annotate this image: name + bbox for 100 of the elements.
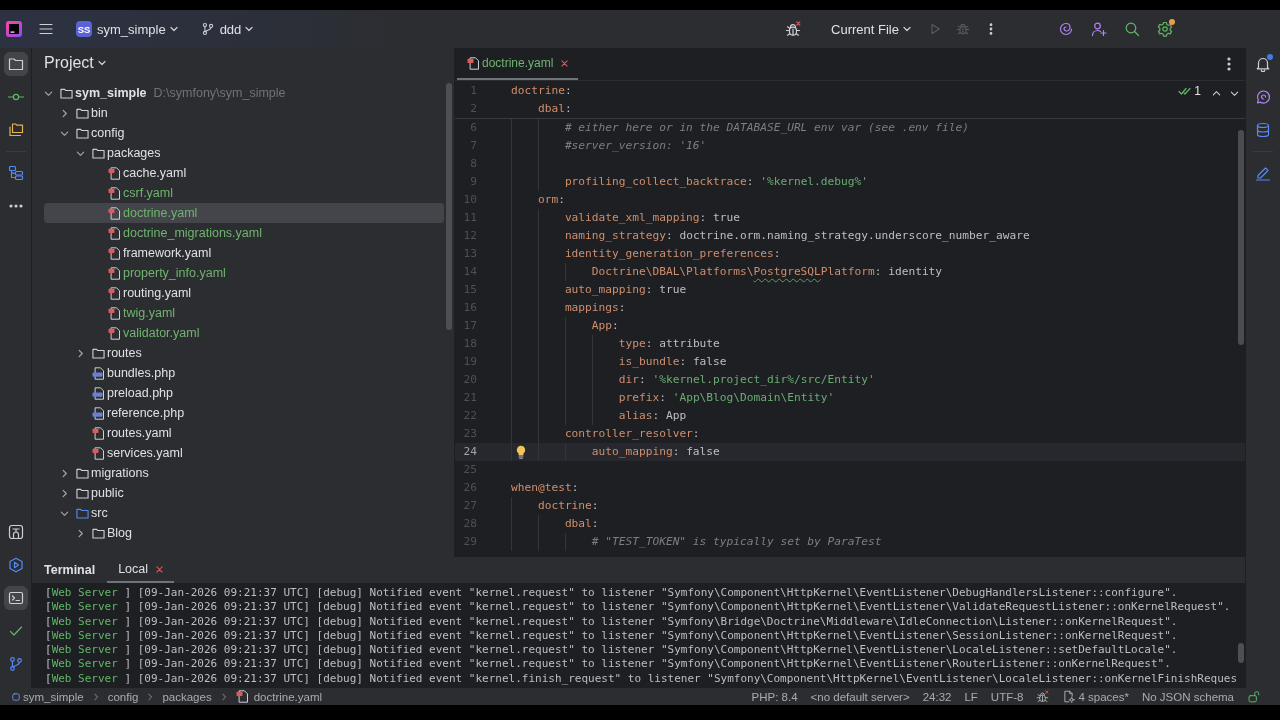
terminal-line: [Web Server ] [09-Jan-2026 09:21:37 UTC] [debug] Notified event "kernel.request" to listener "Symfony\Component\HttpKernel\EventListener\ValidateRequestListener::onKernelRequest". xyxy=(45,600,1231,615)
tree-item[interactable]: public xyxy=(44,483,124,503)
square-icon xyxy=(12,692,20,701)
status-item[interactable]: LF xyxy=(964,690,978,703)
menu-icon[interactable] xyxy=(38,21,54,37)
breadcrumb[interactable]: doctrine.yaml xyxy=(235,690,323,703)
pencil-icon[interactable] xyxy=(1255,165,1271,181)
chevron-right-icon xyxy=(146,692,155,701)
editor-tab[interactable]: doctrine.yaml xyxy=(457,48,579,80)
bell-icon[interactable] xyxy=(1255,56,1271,72)
code-line: prefix: 'App\Blog\Domain\Entity' xyxy=(618,390,835,406)
chevron-right-icon xyxy=(91,692,100,701)
settings-icon[interactable] xyxy=(1157,21,1173,37)
run-icon[interactable] xyxy=(7,557,24,573)
code-line: controller_resolver: xyxy=(564,426,700,442)
tree-item[interactable]: twig.yaml xyxy=(44,303,176,323)
chevron-right-icon[interactable] xyxy=(60,468,69,478)
line-number: 24 xyxy=(463,445,477,458)
chevron-down-icon[interactable] xyxy=(44,88,53,98)
tree-item[interactable]: migrations xyxy=(44,463,149,483)
chat-spiral-icon[interactable] xyxy=(1255,89,1271,105)
tree-item[interactable]: sym_simple D:\symfony\sym_simple xyxy=(44,83,286,103)
database-icon[interactable] xyxy=(1255,122,1271,138)
tree-item[interactable]: routes.yaml xyxy=(44,423,172,443)
search-icon[interactable] xyxy=(1124,21,1140,37)
tree-item[interactable]: cache.yaml xyxy=(44,163,187,183)
project-avatar: SS xyxy=(76,21,92,37)
unlock-icon[interactable] xyxy=(1247,690,1260,703)
caret-down-icon xyxy=(96,58,107,68)
chevron-down-icon[interactable] xyxy=(76,148,85,158)
folders-icon[interactable] xyxy=(7,122,24,138)
chevron-down-icon[interactable] xyxy=(60,128,69,138)
status-item[interactable]: PHP: 8.4 xyxy=(751,690,798,703)
code-line: dbal: xyxy=(537,101,572,117)
project-view-dropdown[interactable]: Project xyxy=(44,54,107,72)
chevron-down-icon[interactable] xyxy=(60,508,69,518)
run-config-dropdown[interactable]: Current File xyxy=(831,21,912,37)
tree-item[interactable]: preload.php xyxy=(44,383,174,403)
tree-item[interactable]: framework.yaml xyxy=(44,243,212,263)
folder-icon[interactable] xyxy=(3,52,28,76)
bug-cross-icon[interactable] xyxy=(785,21,802,37)
code-line: validate_xml_mapping: true xyxy=(564,210,741,226)
code-line: is_bundle: false xyxy=(618,354,727,370)
file-icon xyxy=(467,56,479,70)
tree-item[interactable]: doctrine_migrations.yaml xyxy=(44,223,262,243)
spiral-icon[interactable] xyxy=(1058,21,1074,37)
project-switcher[interactable]: SS sym_simple xyxy=(76,21,179,37)
code-line: doctrine: xyxy=(511,83,572,99)
chevron-right-icon[interactable] xyxy=(76,528,85,538)
scrollbar-thumb[interactable] xyxy=(1238,643,1244,663)
app-logo-icon[interactable] xyxy=(6,21,22,37)
lightbulb-icon[interactable] xyxy=(515,445,527,459)
add-person-icon[interactable] xyxy=(1091,21,1107,37)
tree-item[interactable]: bin xyxy=(44,103,108,123)
file-icon xyxy=(92,366,104,380)
structure-icon[interactable] xyxy=(7,165,24,181)
inspection-widget[interactable]: 1 xyxy=(1178,84,1201,98)
caret-down-icon xyxy=(902,24,912,34)
code-line: mappings: xyxy=(564,300,626,316)
file-icon xyxy=(108,266,120,280)
status-item[interactable]: No JSON schema xyxy=(1141,690,1234,703)
code-line: # "TEST_TOKEN" is typically set by ParaTest xyxy=(591,534,882,550)
scrollbar-thumb[interactable] xyxy=(446,83,452,330)
status-item[interactable]: <no default server> xyxy=(810,690,910,703)
chevron-up-icon[interactable] xyxy=(1212,89,1221,98)
tree-item[interactable]: config xyxy=(44,123,125,143)
chevron-down-icon[interactable] xyxy=(1230,89,1239,98)
close-icon[interactable] xyxy=(561,59,569,67)
breadcrumb[interactable]: sym_simple xyxy=(12,690,84,703)
breadcrumb[interactable]: packages xyxy=(162,690,212,703)
chevron-right-icon[interactable] xyxy=(60,108,69,118)
file-icon xyxy=(92,446,104,460)
branch-icon[interactable] xyxy=(7,656,24,672)
bug-cross-icon[interactable] xyxy=(1036,690,1050,703)
status-item[interactable]: 24:32 xyxy=(922,690,952,703)
indent-widget[interactable]: 4 spaces* xyxy=(1062,690,1129,703)
close-icon[interactable] xyxy=(156,565,164,573)
breadcrumb[interactable]: config xyxy=(107,690,139,703)
terminal-icon[interactable] xyxy=(3,586,28,610)
tree-item[interactable]: routing.yaml xyxy=(44,283,192,303)
branch-switcher[interactable]: ddd xyxy=(200,21,255,37)
socket-icon[interactable] xyxy=(7,524,24,540)
code-line: App: xyxy=(591,318,619,334)
tree-item[interactable]: src xyxy=(44,503,108,523)
tree-item[interactable]: services.yaml xyxy=(44,443,183,463)
scrollbar-thumb[interactable] xyxy=(1238,130,1244,345)
tree-item[interactable]: Blog xyxy=(44,523,133,543)
chevron-right-icon[interactable] xyxy=(76,348,85,358)
tree-item[interactable]: csrf.yaml xyxy=(44,183,173,203)
tree-item[interactable]: property_info.yaml xyxy=(44,263,226,283)
tree-item[interactable]: routes xyxy=(44,343,142,363)
tree-item[interactable]: validator.yaml xyxy=(44,323,200,343)
tree-item[interactable]: packages xyxy=(44,143,161,163)
tree-item[interactable]: bundles.php xyxy=(44,363,176,383)
chevron-right-icon[interactable] xyxy=(60,488,69,498)
status-item[interactable]: UTF-8 xyxy=(990,690,1024,703)
tree-item[interactable]: doctrine.yaml xyxy=(44,203,444,223)
tree-item[interactable]: reference.php xyxy=(44,403,185,423)
code-line: doctrine: xyxy=(537,498,599,514)
terminal-line: [Web Server ] [09-Jan-2026 09:21:37 UTC] [debug] Notified event "kernel.request" to listener "Symfony\Component\HttpKernel\EventListener\SessionListener::onKernelRequest". xyxy=(45,628,1178,644)
